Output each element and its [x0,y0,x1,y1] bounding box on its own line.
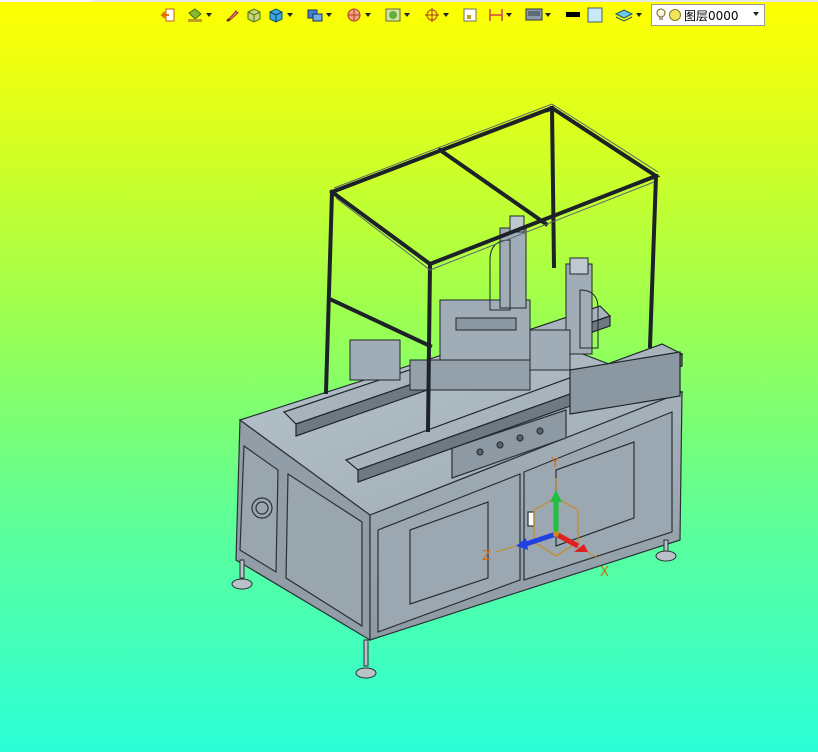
3d-viewport[interactable]: Y X Z [0,0,818,752]
axis-z-label: Z [482,549,491,564]
internal-mechanism [349,215,599,391]
axis-x-label: X [600,565,609,580]
axis-y-label: Y [550,456,559,471]
